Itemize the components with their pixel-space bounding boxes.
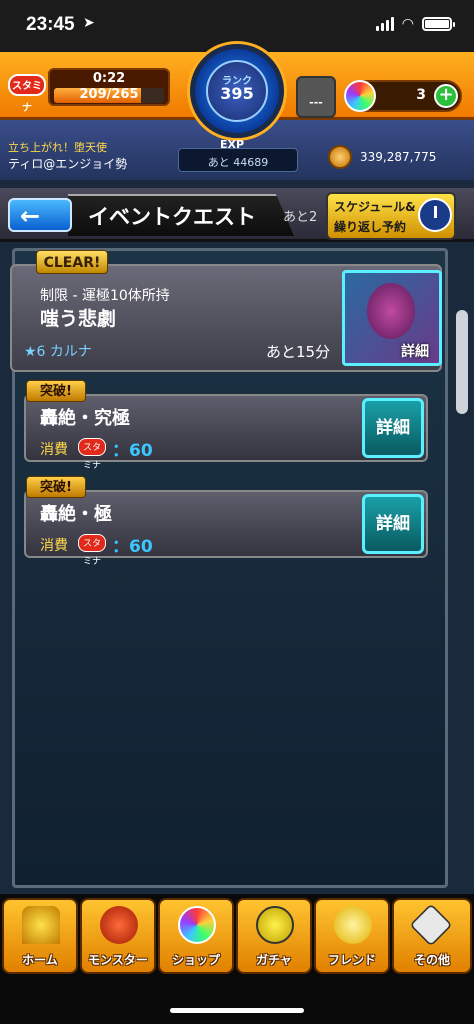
- scrollbar[interactable]: [456, 310, 468, 414]
- home-indicator: [170, 1008, 304, 1013]
- helper-icon[interactable]: ---: [296, 76, 336, 118]
- stamina-count: 209/265: [79, 87, 139, 102]
- status-icons: ◠: [375, 16, 455, 32]
- coin-value: 339,287,775: [360, 150, 437, 164]
- page-title: イベントクエスト: [68, 194, 294, 236]
- monster-icon: [100, 906, 138, 944]
- nav-label: ガチャ: [256, 953, 292, 967]
- boss-portrait[interactable]: 詳細: [342, 270, 442, 366]
- remaining-time-short: あと2: [283, 210, 318, 225]
- notice-text[interactable]: 立ち上がれ！堕天使: [8, 139, 107, 155]
- exp-label: EXP: [220, 138, 245, 151]
- add-orb-button[interactable]: +: [434, 84, 458, 108]
- nav-monster[interactable]: モンスター: [80, 898, 156, 974]
- stamina-timer: 0:22: [92, 71, 126, 86]
- breakthrough-badge: 突破!: [26, 380, 86, 402]
- helper-label: ---: [309, 96, 323, 109]
- shop-icon: [178, 906, 216, 944]
- nav-label: その他: [413, 953, 450, 967]
- stamina-gauge[interactable]: スタミナ 0:22 209/265: [8, 66, 170, 114]
- other-icon: [409, 903, 453, 947]
- player-name: ティロ@エンジョイ勢: [8, 157, 128, 171]
- exp-bar: あと 44689: [178, 148, 298, 172]
- schedule-line-2: 繰り返し予約: [334, 220, 407, 234]
- back-button[interactable]: ←: [8, 198, 72, 232]
- rank-value: 395: [220, 84, 254, 103]
- rank-inner: ランク 395: [206, 60, 268, 122]
- quest-remaining: あと15分: [266, 343, 331, 361]
- back-arrow-icon: ←: [20, 202, 41, 230]
- stamina-label: スタミナ: [8, 74, 46, 114]
- orb-counter: 3 +: [344, 80, 462, 112]
- sub-quest-title: 轟絶・極: [40, 504, 112, 525]
- orb-count: 3: [416, 87, 426, 103]
- orb-icon: [344, 80, 376, 112]
- wifi-icon: ◠: [401, 16, 414, 32]
- cost-label: 消費: [40, 442, 68, 458]
- boss-detail-label: 詳細: [401, 344, 429, 360]
- nav-other[interactable]: その他: [392, 898, 472, 974]
- location-arrow-icon: ➤: [83, 15, 95, 31]
- nav-label: フレンド: [327, 953, 376, 967]
- schedule-line-1: スケジュール&: [334, 200, 416, 214]
- nav-label: ショップ: [171, 953, 220, 967]
- friend-icon: [334, 906, 372, 944]
- cost-value: ：60: [112, 537, 153, 557]
- quest-name: 嗤う悲劇: [40, 308, 117, 330]
- boss-image: [367, 283, 415, 339]
- home-icon: [22, 906, 60, 944]
- detail-button[interactable]: 詳細: [362, 494, 424, 554]
- stamina-mini-icon: スタミナ: [78, 438, 106, 471]
- nav-home[interactable]: ホーム: [2, 898, 78, 974]
- quest-limit: 制限 - 運極10体所持: [40, 288, 170, 304]
- gacha-icon: [256, 906, 294, 944]
- battery-icon: [422, 17, 455, 31]
- clock-icon: [418, 198, 452, 232]
- quest-stars: ★6 カルナ: [24, 344, 92, 360]
- signal-icon: [375, 17, 394, 31]
- coin-icon: [328, 145, 352, 169]
- nav-friend[interactable]: フレンド: [314, 898, 390, 974]
- stamina-mini-icon: スタミナ: [78, 534, 106, 567]
- status-time: 23:45: [26, 14, 75, 35]
- exp-remaining: あと 44689: [207, 156, 269, 169]
- nav-label: モンスター: [88, 953, 148, 967]
- sub-quest-title: 轟絶・究極: [40, 408, 130, 429]
- stamina-box: 0:22 209/265: [48, 68, 170, 106]
- nav-label: ホーム: [22, 953, 58, 967]
- nav-shop[interactable]: ショップ: [158, 898, 234, 974]
- cost-label: 消費: [40, 538, 68, 554]
- clear-badge: CLEAR!: [36, 250, 108, 274]
- schedule-button[interactable]: スケジュール& 繰り返し予約: [326, 192, 456, 240]
- cost-value: ：60: [112, 441, 153, 461]
- nav-gacha[interactable]: ガチャ: [236, 898, 312, 974]
- breakthrough-badge: 突破!: [26, 476, 86, 498]
- detail-button[interactable]: 詳細: [362, 398, 424, 458]
- rank-badge[interactable]: ランク 395: [190, 44, 284, 138]
